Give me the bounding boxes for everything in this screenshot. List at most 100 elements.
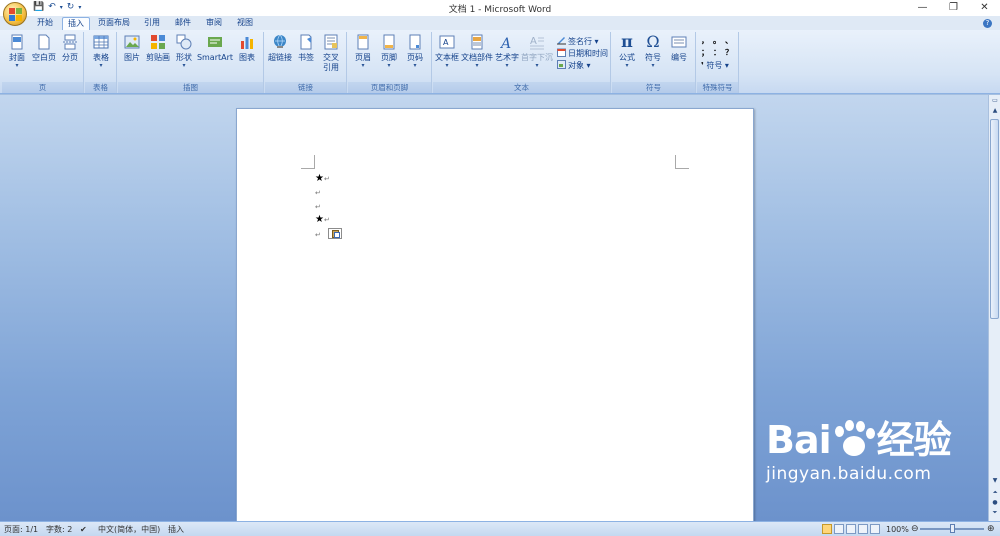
svg-text:A: A (443, 38, 449, 47)
baidu-jingyan-watermark: Bai 经验 jingyan.baidu.com (766, 418, 952, 484)
zoom-in-icon[interactable]: ⊕ (987, 524, 995, 535)
quick-parts-button[interactable]: 文档部件 ▾ (461, 34, 493, 69)
enum-comma-char[interactable]: 、 (725, 36, 733, 46)
drop-cap-button[interactable]: A 首字下沉 ▾ (521, 34, 553, 69)
date-time-button[interactable]: 日期和时间 (557, 48, 608, 59)
tab-home[interactable]: 开始 (30, 17, 60, 30)
object-button[interactable]: 对象 ▾ (557, 60, 591, 71)
picture-icon (124, 35, 140, 49)
browse-object-icon[interactable]: ● (991, 499, 999, 507)
page-number-button[interactable]: 页码 ▾ (402, 34, 428, 69)
full-screen-reading-icon[interactable] (834, 524, 844, 534)
vertical-scrollbar[interactable]: ▭ ▲ ▼ ⏶ ● ⏷ (988, 95, 1000, 521)
document-line[interactable]: ↵ (315, 228, 343, 241)
next-page-icon[interactable]: ⏷ (991, 509, 999, 517)
paste-options-icon[interactable] (328, 228, 343, 239)
footer-button[interactable]: 页脚 ▾ (376, 34, 402, 69)
blank-page-icon (38, 34, 50, 50)
cross-reference-button[interactable]: 交叉 引用 (318, 34, 344, 73)
blank-page-button[interactable]: 空白页 (30, 34, 58, 63)
text-box-button[interactable]: A 文本框 ▾ (434, 34, 460, 69)
document-line[interactable]: ↵ (315, 187, 321, 199)
pi-icon: π (621, 32, 633, 51)
object-icon (557, 60, 566, 69)
group-symbols: π 公式 ▾ Ω 符号 ▾ 编号 符号 (612, 32, 696, 93)
tab-references[interactable]: 引用 (138, 17, 166, 30)
page-break-button[interactable]: 分页 (58, 34, 82, 63)
question-char[interactable]: ？ (725, 48, 733, 58)
calendar-icon (557, 48, 566, 57)
picture-button[interactable]: 图片 (120, 34, 144, 63)
print-layout-view-icon[interactable] (822, 524, 832, 534)
chart-button[interactable]: 图表 (234, 34, 260, 63)
office-button[interactable] (3, 2, 27, 26)
scroll-up-icon[interactable]: ▲ (991, 107, 999, 115)
hyperlink-button[interactable]: 超链接 (266, 34, 294, 63)
paragraph-mark: ↵ (323, 216, 330, 224)
footer-icon (383, 34, 395, 50)
paragraph-mark: ↵ (315, 189, 321, 197)
signature-line-button[interactable]: 签名行 ▾ (557, 36, 599, 47)
prev-page-icon[interactable]: ⏶ (991, 489, 999, 497)
comma-char[interactable]: ， (701, 36, 709, 46)
zoom-level[interactable]: 100% (886, 524, 909, 535)
word-count[interactable]: 字数: 2 (46, 524, 72, 535)
web-layout-icon[interactable] (846, 524, 856, 534)
document-line[interactable]: ★↵ (315, 214, 330, 226)
document-page[interactable]: ★↵ ↵ ↵ ★↵ ↵ (236, 108, 754, 521)
symbol-button[interactable]: Ω 符号 ▾ (640, 34, 666, 69)
equation-button[interactable]: π 公式 ▾ (614, 34, 640, 69)
group-links: 超链接 书签 交叉 引用 链接 (265, 32, 347, 93)
language-indicator[interactable]: 中文(简体，中国) (98, 524, 160, 535)
document-line[interactable]: ★↵ (315, 173, 330, 185)
group-header-footer: 页眉 ▾ 页脚 ▾ 页码 ▾ 页眉和页脚 (348, 32, 432, 93)
cover-page-button[interactable]: 封面 ▾ (4, 34, 30, 69)
ruler-toggle-icon[interactable]: ▭ (991, 97, 999, 105)
insert-mode[interactable]: 插入 (168, 524, 184, 535)
header-button[interactable]: 页眉 ▾ (350, 34, 376, 69)
group-text: A 文本框 ▾ 文档部件 ▾ A 艺术字 ▾ A 首字下沉 ▾ 签名行 ▾ 日期和时间 … (433, 32, 611, 93)
semicolon-char[interactable]: ； (701, 48, 709, 58)
help-icon[interactable]: ? (983, 19, 992, 28)
outline-view-icon[interactable] (858, 524, 868, 534)
document-line[interactable]: ↵ (315, 201, 321, 213)
zoom-slider-knob[interactable] (950, 524, 955, 533)
period-char[interactable]: 。 (713, 36, 721, 46)
header-icon (357, 34, 369, 50)
clip-art-button[interactable]: 剪贴画 (144, 34, 172, 63)
minimize-icon[interactable]: — (907, 0, 938, 16)
page-count[interactable]: 页面: 1/1 (4, 524, 38, 535)
spellcheck-icon[interactable]: ✔ (80, 524, 87, 535)
draft-view-icon[interactable] (870, 524, 880, 534)
close-icon[interactable]: ✕ (969, 0, 1000, 16)
restore-icon[interactable]: ❐ (938, 0, 969, 16)
ribbon-tabs: 开始 插入 页面布局 引用 邮件 审阅 视图 ? (0, 16, 1000, 30)
table-button[interactable]: 表格 ▾ (88, 34, 114, 69)
tab-page-layout[interactable]: 页面布局 (94, 17, 134, 30)
signature-icon (557, 37, 566, 45)
bookmark-icon (300, 34, 312, 50)
clip-art-icon (151, 35, 165, 49)
chart-icon (241, 37, 253, 49)
title-bar: 💾 ↶ ▾ ↻ ▾ 文档 1 - Microsoft Word — ❐ ✕ (0, 0, 1000, 26)
scroll-thumb[interactable] (990, 119, 999, 319)
smartart-button[interactable]: SmartArt (196, 34, 234, 63)
tab-view[interactable]: 视图 (231, 17, 259, 30)
wordart-button[interactable]: A 艺术字 ▾ (494, 34, 520, 69)
bookmark-button[interactable]: 书签 (294, 34, 318, 63)
group-label-tables: 表格 (85, 82, 116, 93)
shapes-button[interactable]: 形状 ▾ (172, 34, 196, 69)
more-symbols-button[interactable]: ❜ 符号 ▾ (701, 61, 729, 71)
hyperlink-icon (274, 34, 286, 48)
tab-insert[interactable]: 插入 (62, 17, 90, 30)
numbering-icon (671, 36, 687, 48)
numbering-button[interactable]: 编号 (666, 34, 692, 63)
group-label-text: 文本 (433, 82, 610, 93)
scroll-down-icon[interactable]: ▼ (991, 477, 999, 485)
watermark-site: jingyan.baidu.com (766, 464, 932, 484)
zoom-out-icon[interactable]: ⊖ (911, 524, 919, 535)
colon-char[interactable]: ： (713, 48, 721, 58)
tab-review[interactable]: 审阅 (200, 17, 228, 30)
star-symbol: ★ (315, 173, 324, 184)
tab-mailings[interactable]: 邮件 (169, 17, 197, 30)
